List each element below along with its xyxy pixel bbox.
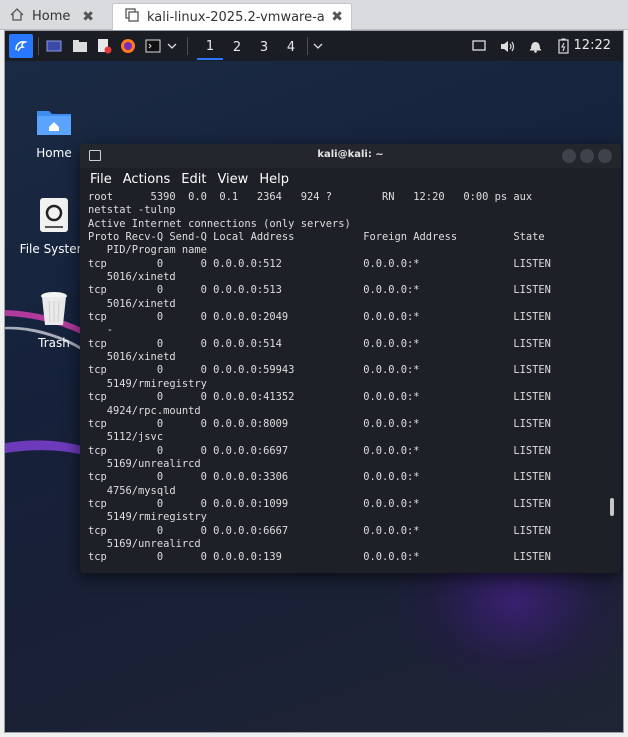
tab-vm-label: kali-linux-2025.2-vmware-a (147, 9, 325, 25)
terminal-scrollbar[interactable] (610, 498, 614, 516)
notifications-icon[interactable] (525, 34, 545, 58)
terminal-icon[interactable] (142, 34, 164, 58)
firefox-icon[interactable] (117, 34, 139, 58)
terminal-line: tcp 0 0 0.0.0.0:513 0.0.0.0:* LISTEN (88, 284, 551, 297)
terminal-line: tcp 0 0 0.0.0.0:6667 0.0.0.0:* LISTEN (88, 524, 551, 537)
file-manager-icon[interactable] (69, 34, 91, 58)
terminal-line: Proto Recv-Q Send-Q Local Address Foreig… (88, 231, 545, 244)
terminal-line: tcp 0 0 0.0.0.0:2049 0.0.0.0:* LISTEN (88, 311, 551, 324)
vm-icon (123, 8, 141, 26)
workspace-3[interactable]: 3 (251, 34, 277, 60)
workspace-4[interactable]: 4 (278, 34, 304, 60)
terminal-line: 5016/xinetd (88, 271, 176, 284)
tab-home-label: Home (32, 9, 71, 24)
drive-icon (19, 197, 89, 236)
vm-tab-strip: Home ✖ kali-linux-2025.2-vmware-a ✖ (0, 0, 628, 30)
workspace-1[interactable]: 1 (197, 34, 223, 60)
menu-file[interactable]: File (90, 172, 112, 187)
terminal-line: 5149/rmiregistry (88, 511, 207, 524)
terminal-line: 4924/rpc.mountd (88, 404, 201, 417)
panel-clock[interactable]: 12:22 (574, 38, 611, 53)
menu-help[interactable]: Help (259, 172, 289, 187)
desktop-icon-home[interactable]: Home (19, 105, 89, 160)
battery-icon[interactable] (553, 34, 573, 58)
terminal-line: tcp 0 0 0.0.0.0:6697 0.0.0.0:* LISTEN (88, 444, 551, 457)
text-editor-icon[interactable] (93, 34, 115, 58)
terminal-line: - (88, 324, 114, 337)
home-folder-icon (19, 105, 89, 140)
chevron-down-icon[interactable] (311, 34, 325, 58)
panel-separator (187, 37, 188, 55)
terminal-menubar: File Actions Edit View Help (80, 168, 621, 190)
terminal-line: netstat -tulnp (88, 204, 176, 217)
close-icon[interactable]: ✖ (82, 9, 94, 25)
terminal-titlebar[interactable]: kali@kali: ~ (80, 144, 621, 168)
chevron-down-icon[interactable] (165, 34, 179, 58)
terminal-line: 4756/mysqld (88, 484, 176, 497)
kali-menu-button[interactable] (9, 34, 33, 58)
menu-edit[interactable]: Edit (181, 172, 206, 187)
top-panel: 1 2 3 4 12:22 (5, 31, 623, 61)
terminal-line: 5016/xinetd (88, 297, 176, 310)
terminal-output[interactable]: root 5390 0.0 0.1 2364 924 ? RN 12:20 0:… (88, 191, 603, 571)
panel-separator (307, 37, 308, 55)
volume-icon[interactable] (497, 34, 517, 58)
menu-view[interactable]: View (217, 172, 248, 187)
terminal-line: tcp 0 0 0.0.0.0:514 0.0.0.0:* LISTEN (88, 337, 551, 350)
vm-frame: 1 2 3 4 12:22 Home File System Trash kal… (4, 30, 624, 733)
terminal-line: tcp 0 0 0.0.0.0:1099 0.0.0.0:* LISTEN (88, 497, 551, 510)
menu-actions[interactable]: Actions (123, 172, 171, 187)
terminal-line: 5169/unrealircd (88, 537, 201, 550)
terminal-line: tcp 0 0 0.0.0.0:59943 0.0.0.0:* LISTEN (88, 364, 551, 377)
panel-separator (38, 37, 39, 55)
desktop-icon-label: File System (19, 242, 89, 256)
display-icon[interactable] (469, 34, 489, 58)
terminal-line: tcp 0 0 0.0.0.0:41352 0.0.0.0:* LISTEN (88, 391, 551, 404)
trash-icon (19, 291, 89, 330)
desktop: Home File System Trash kali@kali: ~ File… (5, 61, 623, 732)
minimize-button[interactable] (562, 149, 576, 163)
terminal-title: kali@kali: ~ (317, 149, 384, 160)
terminal-line: 5016/xinetd (88, 351, 176, 364)
terminal-line: 5112/jsvc (88, 431, 164, 444)
desktop-icon-label: Home (36, 146, 72, 160)
terminal-line: root 5390 0.0 0.1 2364 924 ? RN 12:20 0:… (88, 191, 533, 203)
close-button[interactable] (598, 149, 612, 163)
terminal-line: tcp 0 0 0.0.0.0:8009 0.0.0.0:* LISTEN (88, 417, 551, 430)
desktop-icon-file-system[interactable]: File System (19, 197, 89, 256)
terminal-line: tcp 0 0 0.0.0.0:139 0.0.0.0:* LISTEN (88, 551, 551, 564)
kali-dragon-icon (15, 41, 28, 52)
close-icon[interactable]: ✖ (331, 9, 343, 25)
terminal-window[interactable]: kali@kali: ~ File Actions Edit View Help… (80, 144, 621, 573)
terminal-line: Active Internet connections (only server… (88, 217, 351, 230)
workspace-2[interactable]: 2 (224, 34, 250, 60)
terminal-line: tcp 0 0 0.0.0.0:512 0.0.0.0:* LISTEN (88, 257, 551, 270)
desktop-icon-label: Trash (38, 336, 70, 350)
show-desktop-icon[interactable] (43, 34, 65, 58)
maximize-button[interactable] (580, 149, 594, 163)
terminal-line: 5149/rmiregistry (88, 377, 207, 390)
tab-vm[interactable]: kali-linux-2025.2-vmware-a ✖ (112, 3, 352, 30)
terminal-line: PID/Program name (88, 244, 207, 257)
terminal-line: 5169/unrealircd (88, 457, 201, 470)
tab-home[interactable]: Home ✖ (8, 3, 108, 30)
desktop-icon-trash[interactable]: Trash (19, 291, 89, 350)
home-icon (8, 8, 26, 25)
terminal-line: tcp 0 0 0.0.0.0:3306 0.0.0.0:* LISTEN (88, 471, 551, 484)
